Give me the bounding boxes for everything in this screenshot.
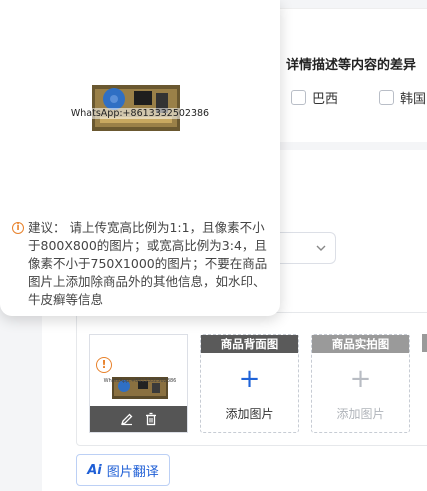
preview-watermark: WhatsApp:+8613332502386 [60,108,220,119]
warning-icon[interactable]: ! [96,357,112,373]
image-translate-button[interactable]: Ai 图片翻译 [76,454,170,486]
delete-icon[interactable] [144,412,158,426]
plus-icon[interactable]: + [312,365,409,393]
product-edit-page: 详情描述等内容的差异 巴西 韩国 ! WhatsApp:+86133325023… [0,0,427,491]
slot-header: 商品实拍图 [312,335,409,353]
main-image-thumbnail[interactable]: ! WhatsApp:+8613332502386 [89,334,188,433]
next-slot-edge [422,334,427,352]
image-translate-label: 图片翻译 [106,464,159,480]
edit-icon[interactable] [120,412,134,426]
add-image-label[interactable]: 添加图片 [201,405,298,422]
country-checkbox-brazil[interactable]: 巴西 [291,88,338,107]
country-checkbox-korea[interactable]: 韩国 [379,88,426,107]
checkbox-label: 巴西 [312,92,339,107]
image-preview-popover: WhatsApp:+8613332502386 i 建议： 请上传宽高比例为1:… [0,0,280,316]
checkbox-label: 韩国 [400,92,427,107]
thumbnail-watermark: WhatsApp:+8613332502386 [103,378,177,384]
tip-text: 建议： 请上传宽高比例为1:1，且像素不小于800X800的图片；或宽高比例为3… [28,220,268,307]
details-diff-title: 详情描述等内容的差异 [286,58,417,73]
details-card [266,8,427,142]
plus-icon[interactable]: + [201,365,298,393]
upload-slot-back-image[interactable]: 商品背面图 + 添加图片 [200,334,299,433]
upload-slot-real-photo[interactable]: 商品实拍图 + 添加图片 [311,334,410,433]
checkbox-box[interactable] [379,90,394,105]
thumbnail-toolbar [90,406,187,432]
info-icon: i [12,222,24,234]
image-guideline-tip: i 建议： 请上传宽高比例为1:1，且像素不小于800X800的图片；或宽高比例… [12,219,274,309]
ai-icon: Ai [87,462,102,478]
chevron-down-icon [316,245,326,251]
add-image-label[interactable]: 添加图片 [312,405,409,422]
slot-header: 商品背面图 [201,335,298,353]
checkbox-box[interactable] [291,90,306,105]
